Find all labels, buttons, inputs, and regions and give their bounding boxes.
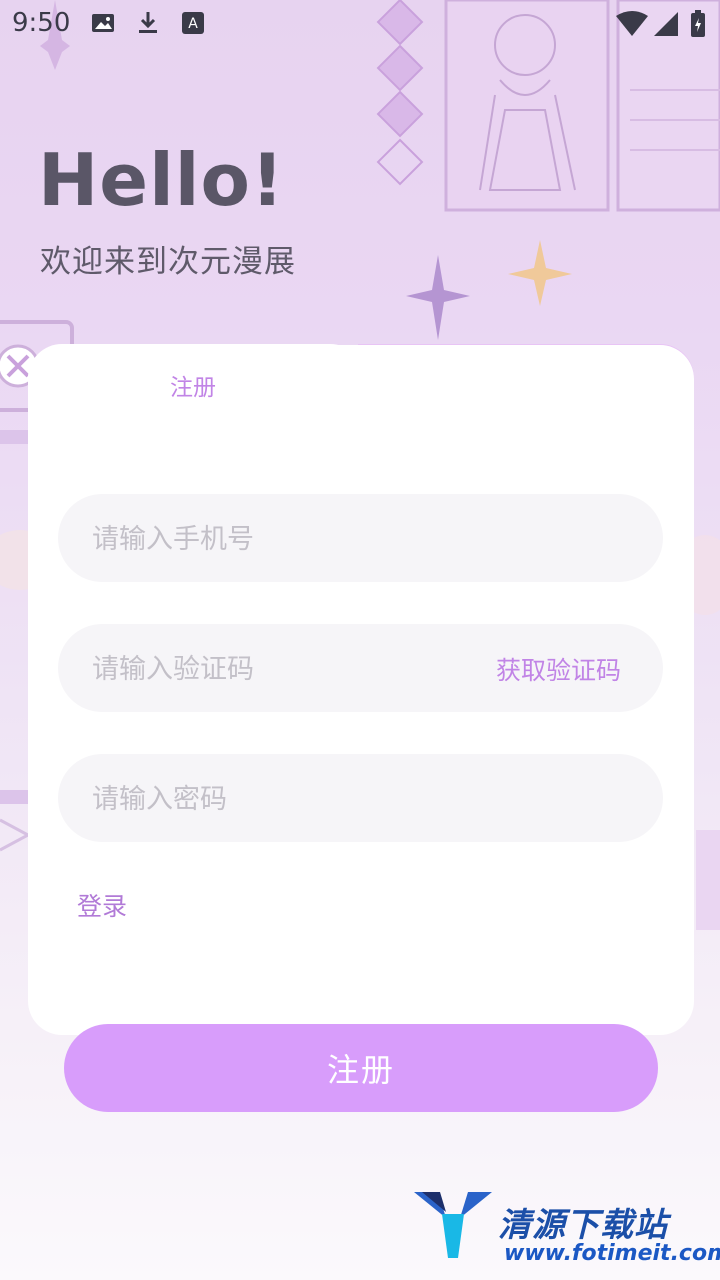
register-submit-button[interactable]: 注册 [64,1024,658,1112]
password-input[interactable] [90,754,474,844]
download-icon [135,10,161,40]
battery-icon [690,10,706,42]
status-bar: 9:50 A [0,0,720,50]
phone-field[interactable] [58,494,663,584]
font-notification-icon: A [180,10,206,40]
verification-code-input[interactable] [90,624,474,714]
verification-code-field[interactable]: 获取验证码 [58,624,663,714]
get-code-button[interactable]: 获取验证码 [496,651,621,687]
password-field[interactable] [58,754,663,844]
welcome-subtitle: 欢迎来到次元漫展 [40,244,296,280]
watermark: 清源下载站 www.fotimeit.com [412,1186,720,1276]
greeting-title: Hello! [38,138,285,222]
watermark-brand: 清源下载站 [498,1205,668,1244]
tab-register-label[interactable]: 注册 [170,368,216,402]
watermark-url: www.fotimeit.com [504,1241,720,1266]
svg-text:A: A [188,16,198,32]
phone-input[interactable] [90,494,474,584]
login-link[interactable]: 登录 [77,887,127,923]
wifi-icon [616,10,648,42]
signal-icon [652,10,680,42]
image-notification-icon [90,10,116,40]
watermark-logo-icon [414,1192,492,1258]
status-time: 9:50 [12,8,71,38]
tab-connector [362,420,694,460]
